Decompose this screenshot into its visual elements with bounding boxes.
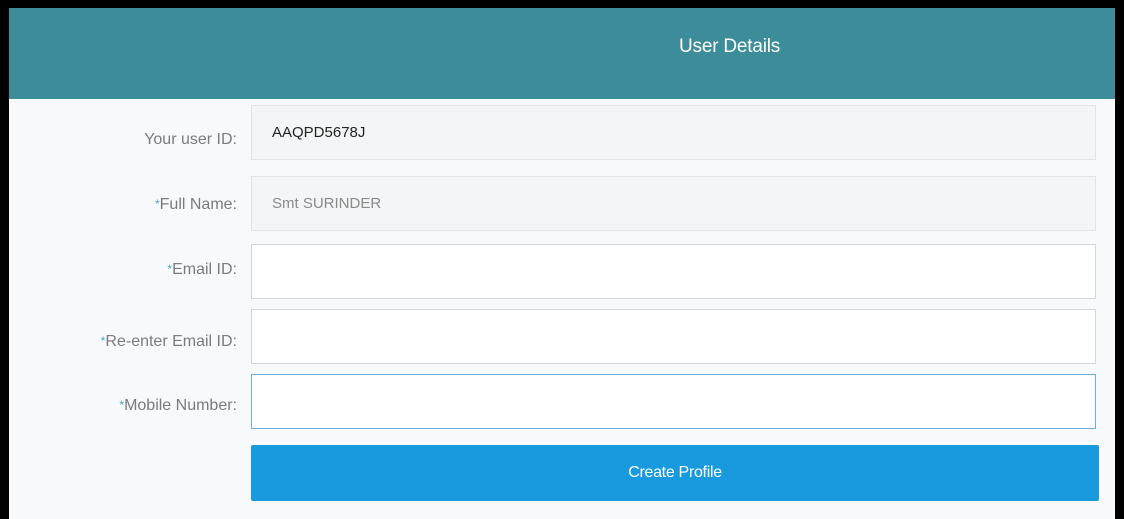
mobile-label-text: Mobile Number: — [124, 397, 237, 414]
full-name-field[interactable] — [251, 176, 1096, 231]
email-field[interactable] — [251, 244, 1096, 299]
user-id-label-text: Your user ID: — [144, 131, 237, 148]
panel-header: User Details — [9, 8, 1115, 99]
mobile-label: *Mobile Number: — [119, 397, 237, 415]
user-id-field[interactable] — [251, 105, 1096, 160]
window-frame: User Details Your user ID: *Full Name: *… — [0, 0, 1124, 519]
required-marker: * — [119, 398, 125, 412]
reenter-email-label-text: Re-enter Email ID: — [105, 333, 237, 350]
page-title: User Details — [679, 36, 781, 57]
user-details-panel: User Details Your user ID: *Full Name: *… — [9, 8, 1115, 519]
email-label: *Email ID: — [167, 261, 237, 279]
required-marker: * — [154, 197, 160, 211]
reenter-email-label: *Re-enter Email ID: — [101, 333, 237, 351]
required-marker: * — [100, 334, 106, 348]
full-name-label-text: Full Name: — [159, 196, 237, 213]
user-id-label: Your user ID: — [144, 131, 237, 149]
email-label-text: Email ID: — [172, 261, 237, 278]
create-profile-button[interactable]: Create Profile — [251, 445, 1099, 501]
reenter-email-field[interactable] — [251, 309, 1096, 364]
required-marker: * — [167, 262, 173, 276]
full-name-label: *Full Name: — [155, 196, 237, 214]
mobile-number-field[interactable] — [251, 374, 1096, 429]
